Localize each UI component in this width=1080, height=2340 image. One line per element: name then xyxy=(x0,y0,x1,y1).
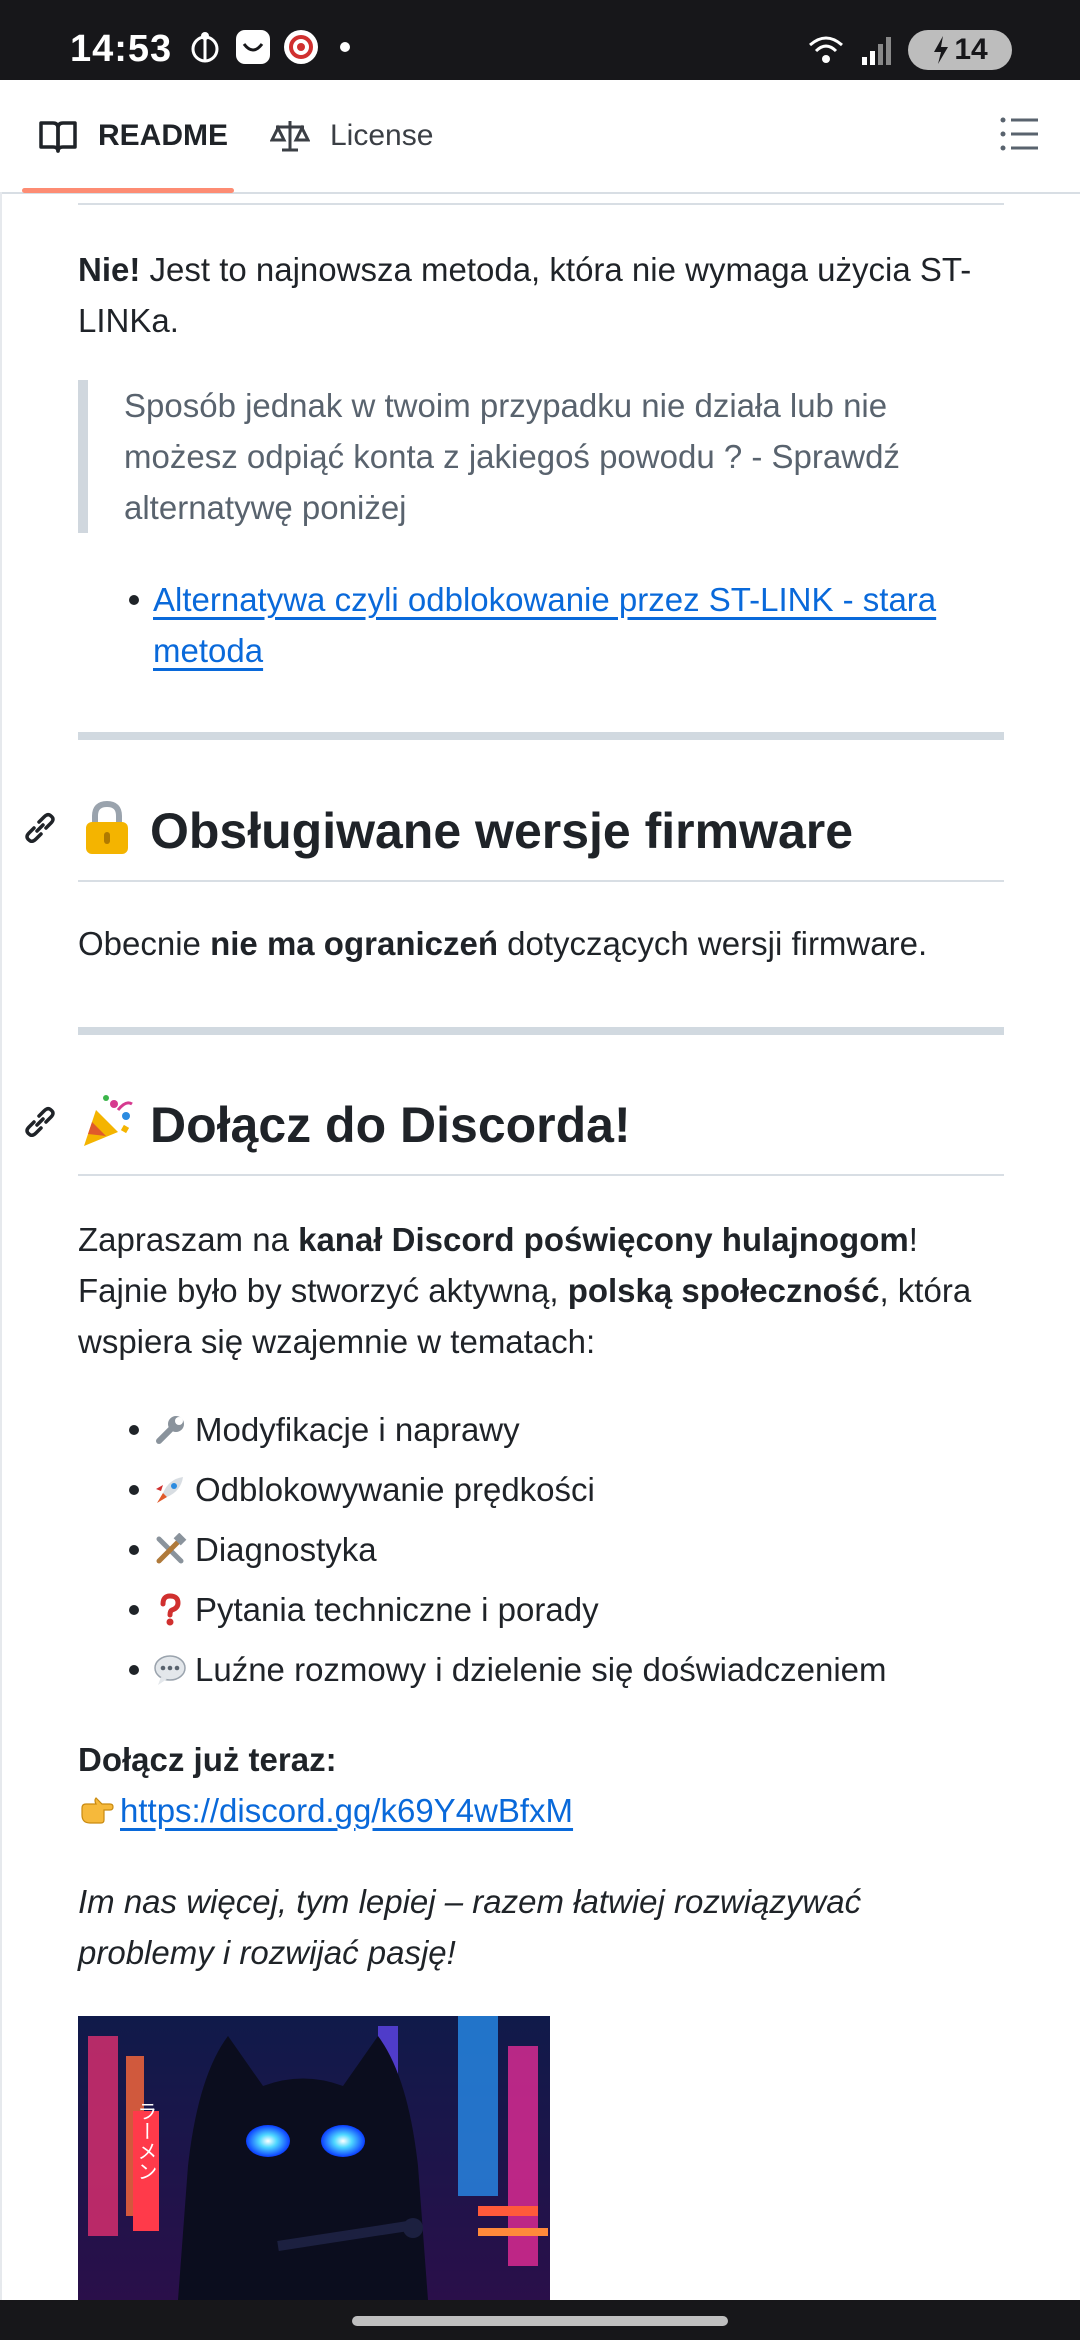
wrench-icon xyxy=(156,1416,184,1444)
section-divider xyxy=(78,732,1004,740)
topics-list: Modyfikacje i naprawy Odblokowywanie prę… xyxy=(78,1404,1004,1704)
book-icon xyxy=(39,121,77,153)
tools-icon xyxy=(156,1533,187,1564)
tagline: Im nas więcej, tym lepiej – razem łatwie… xyxy=(78,1883,862,1971)
alternative-link[interactable]: Alternatywa czyli odblokowanie przez ST-… xyxy=(153,581,936,669)
firmware-paragraph: Obecnie nie ma ograniczeń dotyczących we… xyxy=(78,925,928,962)
discord-invite-link[interactable]: https://discord.gg/k69Y4wBfxM xyxy=(120,1792,573,1829)
list-item: Luźne rozmowy i dzielenie się doświadcze… xyxy=(78,1644,1004,1695)
intro-bold: Nie! xyxy=(78,251,141,288)
home-gesture-handle[interactable] xyxy=(352,2316,728,2326)
signal-icon xyxy=(862,37,891,65)
ladybug-icon xyxy=(191,32,219,63)
list-item: Alternatywa czyli odblokowanie przez ST-… xyxy=(78,574,1004,676)
scale-icon xyxy=(270,121,310,152)
wifi-icon xyxy=(809,36,843,63)
link-anchor-icon[interactable] xyxy=(20,808,60,848)
question-icon xyxy=(160,1593,181,1626)
discord-channel-bold: kanał Discord poświęcony hulajnogom xyxy=(298,1221,909,1258)
speech-bubble-icon xyxy=(154,1655,186,1685)
battery-level: 14 xyxy=(954,33,988,66)
list-item: Odblokowywanie prędkości xyxy=(78,1464,1004,1515)
system-icons: 14 xyxy=(806,30,1012,70)
more-notifications-dot xyxy=(340,42,350,52)
discord-intro-paragraph: Zapraszam na kanał Discord poświęcony hu… xyxy=(78,1221,972,1360)
blockquote: Sposób jednak w twoim przypadku nie dzia… xyxy=(78,380,1004,533)
list-item: Pytania techniczne i porady xyxy=(78,1584,1004,1635)
join-label: Dołącz już teraz: xyxy=(78,1741,337,1778)
firmware-heading: Obsługiwane wersje firmware xyxy=(78,796,1004,866)
tab-license-label: License xyxy=(330,119,434,152)
community-bold: polską społeczność xyxy=(567,1272,880,1309)
divider xyxy=(78,203,1004,205)
section-divider xyxy=(78,1027,1004,1035)
tab-license[interactable]: License xyxy=(270,80,433,192)
mail-app-icon xyxy=(236,30,270,64)
rocket-icon xyxy=(156,1477,183,1503)
tab-readme[interactable]: README xyxy=(38,80,228,192)
browser-app-icon xyxy=(284,30,318,64)
intro-paragraph: Nie! Jest to najnowsza metoda, która nie… xyxy=(78,244,1004,346)
firmware-bold: nie ma ograniczeń xyxy=(210,925,499,962)
tab-readme-label: README xyxy=(98,119,229,152)
list-item: Modyfikacje i naprawy xyxy=(78,1404,1004,1455)
link-anchor-icon[interactable] xyxy=(20,1102,60,1142)
lock-icon xyxy=(86,800,128,854)
battery-indicator: 14 xyxy=(908,30,1012,70)
discord-heading: Dołącz do Discorda! xyxy=(78,1090,1004,1160)
cyberpunk-cat-illustration: ラーメン xyxy=(78,2016,550,2300)
charging-bolt-icon xyxy=(934,36,949,64)
status-time: 14:53 xyxy=(70,28,173,70)
firmware-heading-wrap: Obsługiwane wersje firmware xyxy=(78,796,1004,882)
pointing-hand-icon xyxy=(81,1797,114,1824)
party-popper-icon xyxy=(84,1095,133,1146)
alternative-list: Alternatywa czyli odblokowanie przez ST-… xyxy=(78,574,1004,676)
list-item: Diagnostyka xyxy=(78,1524,1004,1575)
blockquote-text: Sposób jednak w twoim przypadku nie dzia… xyxy=(124,387,900,526)
status-bar: 14:53 14 xyxy=(0,0,1080,80)
neon-sign-text: ラーメン xyxy=(134,2101,158,2181)
table-of-contents-icon[interactable] xyxy=(998,112,1042,156)
active-tab-indicator xyxy=(22,188,234,193)
tab-bar: README License xyxy=(0,80,1080,194)
join-paragraph: Dołącz już teraz: https://discord.gg/k69Y… xyxy=(78,1734,1004,1836)
discord-banner-image: ラーメン xyxy=(78,2016,550,2300)
intro-text: Jest to najnowsza metoda, która nie wyma… xyxy=(78,251,972,339)
notification-icons xyxy=(188,30,350,64)
discord-heading-wrap: Dołącz do Discorda! xyxy=(78,1090,1004,1176)
content-border xyxy=(0,192,2,2302)
